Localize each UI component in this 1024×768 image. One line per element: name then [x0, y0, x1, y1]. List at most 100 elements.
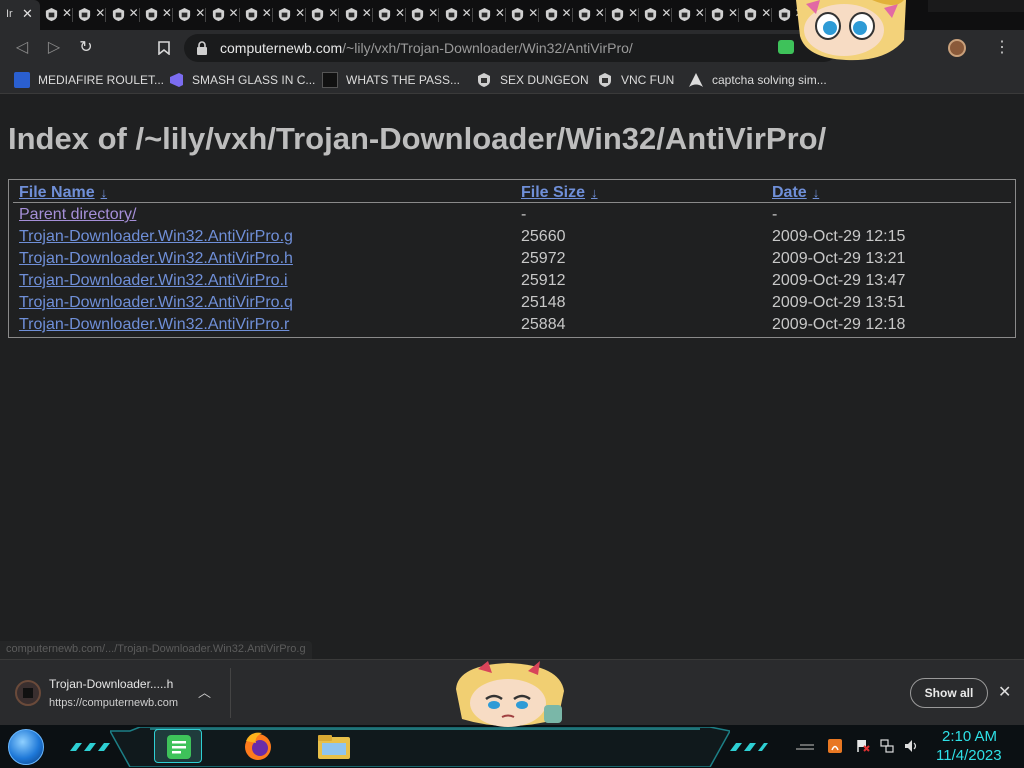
parent-directory-link[interactable]: Parent directory/: [19, 206, 136, 224]
table-row: Parent directory/ - -: [9, 206, 1015, 228]
clock-date[interactable]: 11/4/2023: [936, 747, 1002, 764]
table-row: Trojan-Downloader.Win32.AntiVirPro.h 259…: [9, 250, 1015, 272]
column-header-name[interactable]: File Name ↓: [19, 184, 107, 202]
profile-avatar[interactable]: [948, 39, 966, 57]
tab-close-icon[interactable]: ✕: [595, 6, 605, 20]
file-link[interactable]: Trojan-Downloader.Win32.AntiVirPro.q: [19, 294, 293, 312]
pinned-tab[interactable]: ✕: [40, 0, 73, 30]
address-bar[interactable]: computernewb.com/~lily/vxh/Trojan-Downlo…: [184, 34, 838, 62]
pinned-tab[interactable]: ✕: [140, 0, 173, 30]
show-all-button[interactable]: Show all: [910, 678, 988, 708]
tab-close-icon[interactable]: ✕: [528, 6, 538, 20]
reload-icon[interactable]: ↻: [74, 36, 98, 60]
clock-time[interactable]: 2:10 AM: [942, 728, 997, 745]
tab-close-icon[interactable]: ✕: [395, 6, 405, 20]
pinned-tab[interactable]: ✕: [107, 0, 140, 30]
tab-close-icon[interactable]: ✕: [328, 6, 338, 20]
bookmark-item[interactable]: captcha solving sim...: [688, 70, 827, 90]
shield-icon: [445, 7, 457, 22]
shield-icon: [45, 7, 58, 22]
tab-close-icon[interactable]: ✕: [462, 6, 472, 20]
tab-close-icon[interactable]: ✕: [362, 6, 372, 20]
page-content: Index of /~lily/vxh/Trojan-Downloader/Wi…: [0, 95, 1024, 659]
tab-close-icon[interactable]: ✕: [62, 6, 72, 20]
tab-close-icon[interactable]: ✕: [195, 6, 205, 20]
pinned-tab[interactable]: ✕: [73, 0, 107, 30]
column-header-size[interactable]: File Size ↓: [521, 184, 598, 202]
chevron-up-icon[interactable]: ︿: [198, 682, 211, 701]
window-controls: [928, 0, 1024, 12]
pinned-tab[interactable]: ✕: [706, 0, 739, 30]
file-link[interactable]: Trojan-Downloader.Win32.AntiVirPro.g: [19, 228, 293, 246]
taskbar-chevron-left: [68, 739, 116, 751]
file-link[interactable]: Trojan-Downloader.Win32.AntiVirPro.r: [19, 316, 289, 334]
file-size: 25884: [521, 316, 566, 333]
pinned-tab[interactable]: ✕: [173, 0, 207, 30]
pinned-tab[interactable]: ✕: [406, 0, 440, 30]
bookmark-item[interactable]: WHATS THE PASS...: [322, 70, 460, 90]
pinned-tab[interactable]: ✕: [207, 0, 240, 30]
tab-close-icon[interactable]: ✕: [262, 6, 272, 20]
bookmark-item[interactable]: SEX DUNGEON: [476, 70, 589, 90]
tab-close-icon[interactable]: ✕: [95, 6, 105, 20]
file-link[interactable]: Trojan-Downloader.Win32.AntiVirPro.h: [19, 250, 293, 268]
pinned-tab[interactable]: ✕: [373, 0, 406, 30]
network-icon[interactable]: [880, 739, 894, 753]
bookmarks-bar: MEDIAFIRE ROULET... SMASH GLASS IN C... …: [0, 66, 1024, 94]
tab-close-icon[interactable]: ✕: [428, 6, 438, 20]
pinned-tab[interactable]: ✕: [473, 0, 506, 30]
bookmark-item[interactable]: SMASH GLASS IN C...: [168, 70, 315, 90]
pinned-tab[interactable]: ✕: [639, 0, 673, 30]
bookmark-star-icon[interactable]: [152, 36, 176, 60]
pinned-tab[interactable]: ✕: [540, 0, 573, 30]
show-hidden-icons-icon[interactable]: [794, 739, 816, 753]
forward-icon[interactable]: ▷: [42, 36, 66, 60]
table-row: Trojan-Downloader.Win32.AntiVirPro.i 259…: [9, 272, 1015, 294]
file-link[interactable]: Trojan-Downloader.Win32.AntiVirPro.i: [19, 272, 288, 290]
column-header-date[interactable]: Date ↓: [772, 184, 819, 202]
tab-close-icon[interactable]: ✕: [495, 6, 505, 20]
taskbar-app-firefox[interactable]: [234, 729, 282, 763]
bookmark-item[interactable]: VNC FUN: [597, 70, 674, 90]
tab-close-icon[interactable]: ✕: [695, 6, 705, 20]
tab-active[interactable]: Ir ✕: [0, 0, 40, 30]
taskbar-app-sheets[interactable]: [154, 729, 202, 763]
tab-close-icon[interactable]: ✕: [295, 6, 305, 20]
header-divider: [13, 202, 1011, 203]
kebab-menu-icon[interactable]: ⋮: [992, 36, 1012, 60]
volume-icon[interactable]: [904, 739, 918, 753]
pinned-tab[interactable]: ✕: [240, 0, 273, 30]
file-date: 2009-Oct-29 13:51: [772, 294, 906, 311]
bookmark-item[interactable]: MEDIAFIRE ROULET...: [14, 70, 164, 90]
shield-icon: [478, 73, 490, 87]
tab-close-icon[interactable]: ✕: [562, 6, 572, 20]
shield-icon: [245, 7, 257, 22]
url-text: computernewb.com/~lily/vxh/Trojan-Downlo…: [220, 40, 633, 56]
tab-close-icon[interactable]: ✕: [229, 6, 239, 20]
tab-close-icon[interactable]: ✕: [162, 6, 172, 20]
close-icon[interactable]: ✕: [998, 682, 1011, 702]
shield-icon: [378, 7, 391, 22]
pinned-tab[interactable]: ✕: [306, 0, 340, 30]
taskbar-app-file-explorer[interactable]: [310, 729, 358, 763]
start-button[interactable]: [8, 729, 44, 765]
terminal-icon: [322, 72, 338, 88]
tab-close-icon[interactable]: ✕: [661, 6, 671, 20]
java-icon[interactable]: [828, 739, 842, 753]
pinned-tab[interactable]: ✕: [573, 0, 606, 30]
tab-close-icon[interactable]: ✕: [22, 6, 33, 22]
shield-icon: [212, 7, 224, 22]
back-icon[interactable]: ◁: [10, 36, 34, 60]
pinned-tab[interactable]: ✕: [673, 0, 706, 30]
tab-close-icon[interactable]: ✕: [728, 6, 738, 20]
tab-close-icon[interactable]: ✕: [761, 6, 771, 20]
pinned-tab[interactable]: ✕: [606, 0, 640, 30]
pinned-tab[interactable]: ✕: [340, 0, 373, 30]
pinned-tab[interactable]: ✕: [273, 0, 307, 30]
action-center-flag-icon[interactable]: [856, 739, 870, 753]
tab-close-icon[interactable]: ✕: [628, 6, 638, 20]
pinned-tab[interactable]: ✕: [739, 0, 773, 30]
pinned-tab[interactable]: ✕: [440, 0, 473, 30]
pinned-tab[interactable]: ✕: [506, 0, 540, 30]
tab-close-icon[interactable]: ✕: [129, 6, 139, 20]
